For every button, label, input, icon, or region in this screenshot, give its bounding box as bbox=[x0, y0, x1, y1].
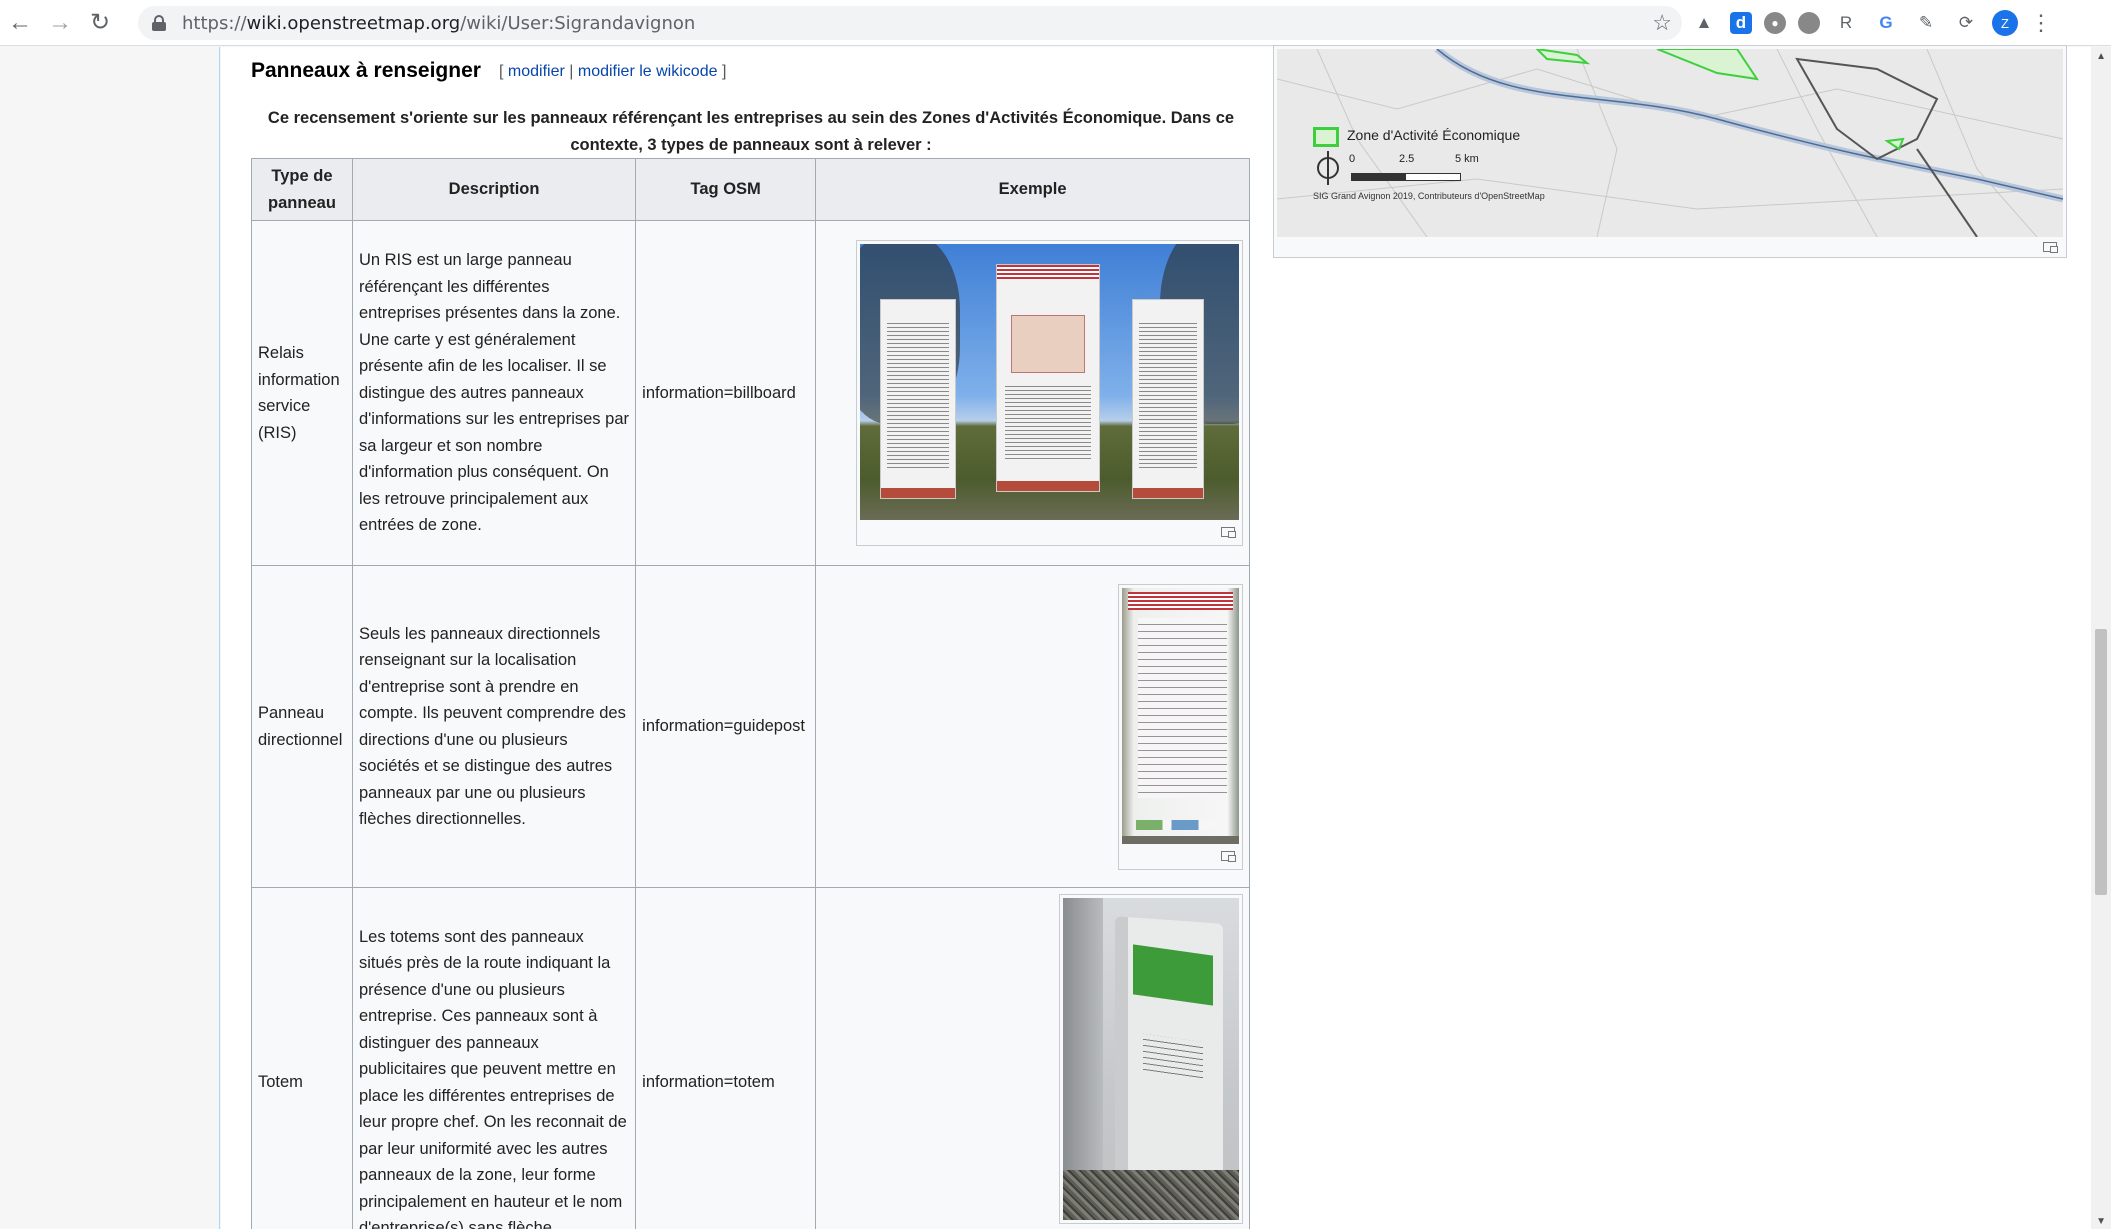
scroll-up-arrow-icon[interactable]: ▲ bbox=[2096, 51, 2106, 62]
map-credit: SIG Grand Avignon 2019, Contributeurs d'… bbox=[1313, 191, 1545, 201]
scale-bar bbox=[1351, 173, 1461, 181]
ris-thumbnail[interactable] bbox=[856, 240, 1243, 546]
table-row: Totem Les totems sont des panneaux situé… bbox=[251, 887, 1250, 1229]
edit-separator: | bbox=[569, 63, 574, 80]
translate-icon[interactable]: G bbox=[1872, 9, 1900, 37]
row-example bbox=[815, 220, 1250, 566]
row-tag: information=billboard bbox=[635, 220, 817, 566]
reload-icon[interactable]: ↻ bbox=[80, 3, 120, 43]
page-content: Panneaux à renseigner [ modifier | modif… bbox=[221, 45, 2091, 1229]
url-host: wiki.openstreetmap.org bbox=[246, 12, 461, 34]
url-path: /wiki/User:Sigrandavignon bbox=[460, 12, 696, 34]
table-row: Panneau directionnel Seuls les panneaux … bbox=[251, 565, 1250, 888]
totem-thumbnail[interactable] bbox=[1059, 894, 1243, 1224]
extension-r-icon[interactable]: R bbox=[1832, 9, 1860, 37]
magnify-icon[interactable] bbox=[1277, 237, 2063, 255]
zone-legend-label: Zone d'Activité Économique bbox=[1347, 127, 1521, 143]
profile-avatar[interactable]: Z bbox=[1992, 10, 2018, 36]
scroll-down-arrow-icon[interactable]: ▼ bbox=[2096, 1216, 2106, 1227]
ris-billboard-photo[interactable] bbox=[860, 244, 1239, 520]
scale-label-end: 5 km bbox=[1455, 153, 1479, 165]
header-example: Exemple bbox=[815, 158, 1250, 221]
row-example bbox=[815, 887, 1250, 1229]
scale-label-mid: 2.5 bbox=[1399, 153, 1415, 165]
lock-icon bbox=[152, 15, 166, 31]
vertical-scrollbar[interactable]: ▲ ▼ bbox=[2091, 47, 2111, 1229]
row-tag: information=guidepost bbox=[635, 565, 817, 888]
zone-legend-swatch bbox=[1313, 127, 1339, 147]
url-scheme: https:// bbox=[182, 12, 247, 34]
row-description: Un RIS est un large panneau référençant … bbox=[351, 220, 637, 566]
row-type: Totem bbox=[251, 887, 353, 1229]
extension-circle-icon[interactable]: ● bbox=[1764, 12, 1786, 34]
edit-bracket-open: [ bbox=[499, 63, 504, 80]
extension-edit-icon[interactable]: ✎ bbox=[1912, 9, 1940, 37]
magnify-icon[interactable] bbox=[860, 520, 1239, 542]
menu-dots-icon[interactable]: ⋮ bbox=[2030, 10, 2052, 36]
magnify-icon[interactable] bbox=[1122, 844, 1239, 866]
row-type: Panneau directionnel bbox=[251, 565, 353, 888]
zae-map-image[interactable]: Zone d'Activité Économique 0 2.5 5 km SI… bbox=[1277, 49, 2063, 237]
header-description: Description bbox=[351, 158, 637, 221]
row-example bbox=[815, 565, 1250, 888]
extension-sync-icon[interactable]: ⟳ bbox=[1952, 9, 1980, 37]
compass-icon bbox=[1317, 151, 1339, 185]
edit-bracket-close: ] bbox=[721, 63, 727, 80]
section-edit-links: [ modifier | modifier le wikicode ] bbox=[499, 63, 726, 81]
header-type: Type de panneau bbox=[251, 158, 353, 221]
forward-arrow-icon[interactable]: → bbox=[40, 3, 80, 43]
row-type: Relais information service (RIS) bbox=[251, 220, 353, 566]
url-text[interactable]: https://wiki.openstreetmap.org/wiki/User… bbox=[182, 13, 695, 34]
extension-d-icon[interactable]: d bbox=[1730, 12, 1752, 34]
table-row: Relais information service (RIS) Un RIS … bbox=[251, 220, 1250, 566]
scale-label-0: 0 bbox=[1349, 153, 1356, 165]
intro-paragraph: Ce recensement s'oriente sur les panneau… bbox=[267, 109, 1235, 154]
back-arrow-icon[interactable]: ← bbox=[0, 3, 40, 43]
modifier-link[interactable]: modifier bbox=[508, 63, 565, 80]
scroll-thumb[interactable] bbox=[2095, 629, 2107, 895]
row-description: Seuls les panneaux directionnels renseig… bbox=[351, 565, 637, 888]
map-thumbnail[interactable]: Zone d'Activité Économique 0 2.5 5 km SI… bbox=[1273, 45, 2067, 258]
totem-photo[interactable] bbox=[1063, 898, 1239, 1220]
row-tag: information=totem bbox=[635, 887, 817, 1229]
bookmark-star-icon[interactable]: ☆ bbox=[1652, 10, 1672, 36]
header-tag: Tag OSM bbox=[635, 158, 817, 221]
row-description: Les totems sont des panneaux situés près… bbox=[351, 887, 637, 1229]
wiki-sidebar bbox=[0, 47, 220, 1229]
panels-table: Type de panneau Description Tag OSM Exem… bbox=[251, 158, 1250, 1229]
guidepost-thumbnail[interactable] bbox=[1118, 583, 1243, 870]
table-header-row: Type de panneau Description Tag OSM Exem… bbox=[251, 158, 1250, 221]
browser-toolbar: ← → ↻ https://wiki.openstreetmap.org/wik… bbox=[0, 0, 2111, 46]
section-title: Panneaux à renseigner bbox=[251, 59, 481, 82]
address-bar[interactable]: https://wiki.openstreetmap.org/wiki/User… bbox=[138, 6, 1682, 40]
map-drawing bbox=[1277, 49, 2063, 237]
guidepost-photo[interactable] bbox=[1122, 587, 1239, 844]
extension-tree-icon[interactable]: ▲ bbox=[1690, 9, 1718, 37]
modifier-wikicode-link[interactable]: modifier le wikicode bbox=[578, 63, 718, 80]
extension-grey-dot-icon[interactable] bbox=[1798, 12, 1820, 34]
extension-bar: ▲ d ● R G ✎ ⟳ Z ⋮ bbox=[1690, 8, 2052, 38]
